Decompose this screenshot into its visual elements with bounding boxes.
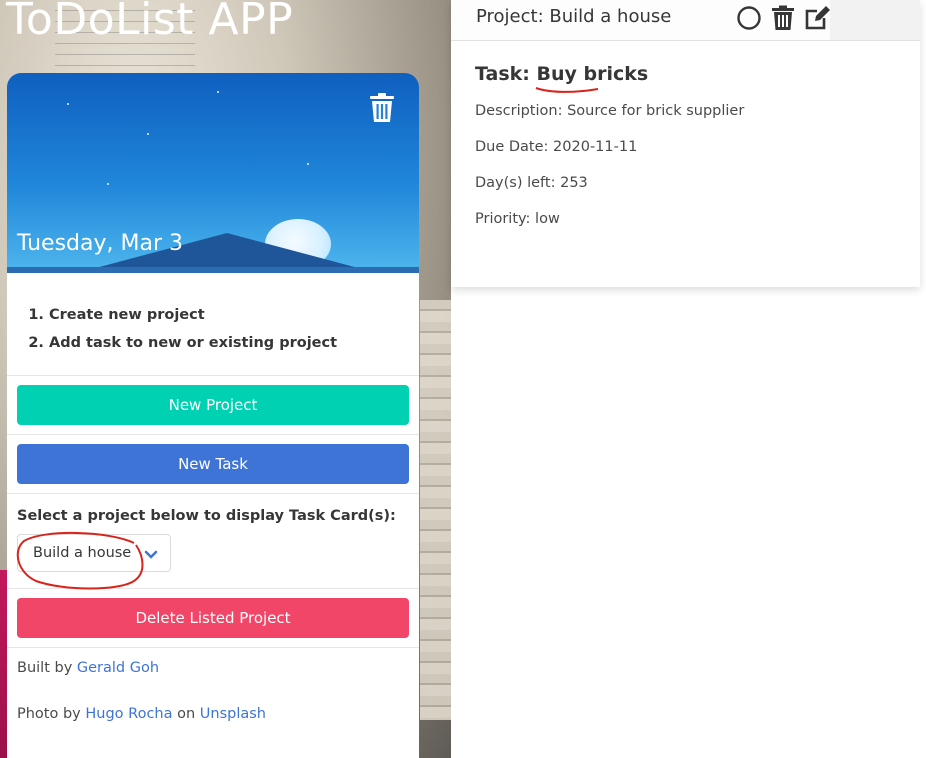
photographer-link[interactable]: Hugo Rocha xyxy=(85,706,172,722)
current-date: Tuesday, Mar 3 xyxy=(17,231,183,256)
instruction-item: Add task to new or existing project xyxy=(49,329,419,357)
star xyxy=(217,91,219,93)
new-project-row: New Project xyxy=(7,376,419,435)
photo-by-prefix: Photo by xyxy=(17,706,81,722)
background-paper xyxy=(420,300,451,720)
trash-icon[interactable] xyxy=(770,5,796,31)
edit-icon[interactable] xyxy=(804,5,830,31)
star xyxy=(307,163,309,165)
task-actions xyxy=(736,5,830,31)
main-card: Tuesday, Mar 3 Create new project Add ta… xyxy=(7,73,419,758)
new-task-button[interactable]: New Task xyxy=(17,444,409,484)
task-panel-header: Project: Build a house xyxy=(451,0,920,41)
instructions: Create new project Add task to new or ex… xyxy=(7,273,419,376)
chevron-down-icon xyxy=(144,546,158,559)
red-underline-annotation xyxy=(535,87,599,93)
task-panel: Project: Build a house Task: Buy bricks … xyxy=(451,0,920,287)
task-due-date: Due Date: 2020-11-11 xyxy=(475,139,638,155)
task-name: Buy bricks xyxy=(536,63,649,85)
app-title: ToDoList APP xyxy=(6,0,294,45)
star xyxy=(147,133,149,135)
circle-icon[interactable] xyxy=(736,5,762,31)
built-by-line: Built by Gerald Goh xyxy=(7,648,419,676)
project-select[interactable]: Build a house xyxy=(16,531,171,590)
on-word: on xyxy=(177,706,196,722)
delete-project-row: Delete Listed Project xyxy=(7,589,419,648)
project-select-label: Select a project below to display Task C… xyxy=(17,508,396,524)
trash-icon[interactable] xyxy=(369,93,395,123)
task-description: Description: Source for brick supplier xyxy=(475,103,745,119)
photo-credit-line: Photo by Hugo Rocha on Unsplash xyxy=(7,676,419,722)
new-task-row: New Task xyxy=(7,435,419,494)
task-label: Task: xyxy=(475,63,530,85)
project-select-block: Select a project below to display Task C… xyxy=(7,494,419,590)
unsplash-link[interactable]: Unsplash xyxy=(200,706,266,722)
task-card-body: Task: Buy bricks Description: Source for… xyxy=(451,41,920,269)
project-title: Project: Build a house xyxy=(476,6,672,27)
ground xyxy=(7,267,419,273)
hero-image: Tuesday, Mar 3 xyxy=(7,73,419,273)
header-background xyxy=(830,0,920,40)
built-by-prefix: Built by xyxy=(17,660,73,676)
star xyxy=(107,183,109,185)
project-select-value: Build a house xyxy=(33,545,132,561)
star xyxy=(67,103,69,105)
task-days-left: Day(s) left: 253 xyxy=(475,175,588,191)
task-priority: Priority: low xyxy=(475,211,560,227)
author-link[interactable]: Gerald Goh xyxy=(77,660,159,676)
delete-project-button[interactable]: Delete Listed Project xyxy=(17,598,409,638)
new-project-button[interactable]: New Project xyxy=(17,385,409,425)
task-title: Task: Buy bricks xyxy=(475,63,896,93)
instruction-item: Create new project xyxy=(49,301,419,329)
